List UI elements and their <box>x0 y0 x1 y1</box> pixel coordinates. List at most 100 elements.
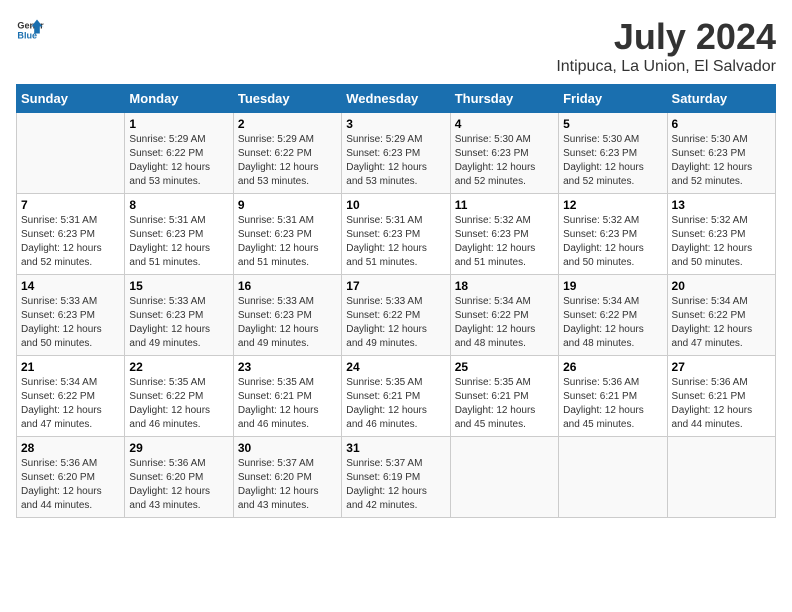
calendar-cell: 10 Sunrise: 5:31 AM Sunset: 6:23 PM Dayli… <box>342 194 450 275</box>
day-number: 4 <box>455 117 554 131</box>
day-info: Sunrise: 5:32 AM Sunset: 6:23 PM Dayligh… <box>455 214 554 270</box>
header-cell-monday: Monday <box>125 85 233 113</box>
week-row-2: 7 Sunrise: 5:31 AM Sunset: 6:23 PM Daylig… <box>17 194 776 275</box>
calendar-cell: 28 Sunrise: 5:36 AM Sunset: 6:20 PM Dayli… <box>17 437 125 518</box>
header: General Blue July 2024 Intipuca, La Unio… <box>16 16 776 76</box>
svg-text:Blue: Blue <box>17 30 37 40</box>
calendar-cell: 14 Sunrise: 5:33 AM Sunset: 6:23 PM Dayli… <box>17 275 125 356</box>
main-title: July 2024 <box>556 16 776 58</box>
calendar-cell: 22Sunrise: 5:35 AM Sunset: 6:22 PM Dayli… <box>125 356 233 437</box>
calendar-cell: 25 Sunrise: 5:35 AM Sunset: 6:21 PM Dayli… <box>450 356 558 437</box>
day-info: Sunrise: 5:31 AM Sunset: 6:23 PM Dayligh… <box>346 214 445 270</box>
calendar-body: 1 Sunrise: 5:29 AM Sunset: 6:22 PM Daylig… <box>17 113 776 518</box>
day-number: 13 <box>672 198 771 212</box>
logo-icon: General Blue <box>16 16 44 44</box>
day-info: Sunrise: 5:29 AM Sunset: 6:23 PM Dayligh… <box>346 133 445 189</box>
day-info: Sunrise: 5:30 AM Sunset: 6:23 PM Dayligh… <box>672 133 771 189</box>
day-number: 21 <box>21 360 120 374</box>
day-number: 18 <box>455 279 554 293</box>
day-number: 31 <box>346 441 445 455</box>
header-cell-tuesday: Tuesday <box>233 85 341 113</box>
day-info: Sunrise: 5:30 AM Sunset: 6:23 PM Dayligh… <box>455 133 554 189</box>
calendar-cell <box>450 437 558 518</box>
header-cell-saturday: Saturday <box>667 85 775 113</box>
day-info: Sunrise: 5:35 AM Sunset: 6:21 PM Dayligh… <box>455 376 554 432</box>
day-number: 20 <box>672 279 771 293</box>
calendar-cell: 2Sunrise: 5:29 AM Sunset: 6:22 PM Daylig… <box>233 113 341 194</box>
day-info: Sunrise: 5:30 AM Sunset: 6:23 PM Dayligh… <box>563 133 662 189</box>
day-info: Sunrise: 5:31 AM Sunset: 6:23 PM Dayligh… <box>129 214 228 270</box>
day-number: 23 <box>238 360 337 374</box>
calendar-cell <box>667 437 775 518</box>
calendar-cell: 21 Sunrise: 5:34 AM Sunset: 6:22 PM Dayli… <box>17 356 125 437</box>
calendar-cell: 5 Sunrise: 5:30 AM Sunset: 6:23 PM Daylig… <box>559 113 667 194</box>
day-number: 29 <box>129 441 228 455</box>
day-number: 8 <box>129 198 228 212</box>
day-number: 22 <box>129 360 228 374</box>
day-number: 5 <box>563 117 662 131</box>
calendar-cell: 29 Sunrise: 5:36 AM Sunset: 6:20 PM Dayli… <box>125 437 233 518</box>
title-area: July 2024 Intipuca, La Union, El Salvado… <box>556 16 776 76</box>
header-cell-thursday: Thursday <box>450 85 558 113</box>
week-row-1: 1 Sunrise: 5:29 AM Sunset: 6:22 PM Daylig… <box>17 113 776 194</box>
day-info: Sunrise: 5:36 AM Sunset: 6:20 PM Dayligh… <box>129 457 228 513</box>
day-number: 26 <box>563 360 662 374</box>
day-info: Sunrise: 5:31 AM Sunset: 6:23 PM Dayligh… <box>21 214 120 270</box>
day-number: 6 <box>672 117 771 131</box>
calendar-header-row: SundayMondayTuesdayWednesdayThursdayFrid… <box>17 85 776 113</box>
day-info: Sunrise: 5:33 AM Sunset: 6:23 PM Dayligh… <box>21 295 120 351</box>
day-number: 14 <box>21 279 120 293</box>
calendar-cell: 11 Sunrise: 5:32 AM Sunset: 6:23 PM Dayli… <box>450 194 558 275</box>
day-info: Sunrise: 5:35 AM Sunset: 6:21 PM Dayligh… <box>238 376 337 432</box>
calendar-cell: 6 Sunrise: 5:30 AM Sunset: 6:23 PM Daylig… <box>667 113 775 194</box>
day-number: 9 <box>238 198 337 212</box>
day-info: Sunrise: 5:34 AM Sunset: 6:22 PM Dayligh… <box>21 376 120 432</box>
day-info: Sunrise: 5:32 AM Sunset: 6:23 PM Dayligh… <box>563 214 662 270</box>
day-number: 17 <box>346 279 445 293</box>
logo: General Blue <box>16 16 44 44</box>
header-cell-wednesday: Wednesday <box>342 85 450 113</box>
day-info: Sunrise: 5:32 AM Sunset: 6:23 PM Dayligh… <box>672 214 771 270</box>
day-number: 16 <box>238 279 337 293</box>
day-number: 2 <box>238 117 337 131</box>
calendar-cell: 1 Sunrise: 5:29 AM Sunset: 6:22 PM Daylig… <box>125 113 233 194</box>
calendar-cell: 4 Sunrise: 5:30 AM Sunset: 6:23 PM Daylig… <box>450 113 558 194</box>
day-info: Sunrise: 5:37 AM Sunset: 6:19 PM Dayligh… <box>346 457 445 513</box>
calendar-cell: 12 Sunrise: 5:32 AM Sunset: 6:23 PM Dayli… <box>559 194 667 275</box>
day-info: Sunrise: 5:36 AM Sunset: 6:21 PM Dayligh… <box>563 376 662 432</box>
day-info: Sunrise: 5:33 AM Sunset: 6:22 PM Dayligh… <box>346 295 445 351</box>
calendar-cell <box>559 437 667 518</box>
day-number: 15 <box>129 279 228 293</box>
day-number: 11 <box>455 198 554 212</box>
day-number: 19 <box>563 279 662 293</box>
day-number: 7 <box>21 198 120 212</box>
day-number: 12 <box>563 198 662 212</box>
day-number: 3 <box>346 117 445 131</box>
calendar-cell: 19Sunrise: 5:34 AM Sunset: 6:22 PM Dayli… <box>559 275 667 356</box>
calendar-cell <box>17 113 125 194</box>
calendar-cell: 24Sunrise: 5:35 AM Sunset: 6:21 PM Dayli… <box>342 356 450 437</box>
calendar-cell: 13 Sunrise: 5:32 AM Sunset: 6:23 PM Dayli… <box>667 194 775 275</box>
day-info: Sunrise: 5:34 AM Sunset: 6:22 PM Dayligh… <box>455 295 554 351</box>
calendar-cell: 16 Sunrise: 5:33 AM Sunset: 6:23 PM Dayli… <box>233 275 341 356</box>
day-number: 1 <box>129 117 228 131</box>
calendar-table: SundayMondayTuesdayWednesdayThursdayFrid… <box>16 84 776 518</box>
calendar-cell: 27Sunrise: 5:36 AM Sunset: 6:21 PM Dayli… <box>667 356 775 437</box>
subtitle: Intipuca, La Union, El Salvador <box>556 58 776 76</box>
day-number: 10 <box>346 198 445 212</box>
week-row-3: 14 Sunrise: 5:33 AM Sunset: 6:23 PM Dayli… <box>17 275 776 356</box>
calendar-cell: 9 Sunrise: 5:31 AM Sunset: 6:23 PM Daylig… <box>233 194 341 275</box>
calendar-cell: 3 Sunrise: 5:29 AM Sunset: 6:23 PM Daylig… <box>342 113 450 194</box>
day-info: Sunrise: 5:31 AM Sunset: 6:23 PM Dayligh… <box>238 214 337 270</box>
day-info: Sunrise: 5:33 AM Sunset: 6:23 PM Dayligh… <box>238 295 337 351</box>
calendar-cell: 15Sunrise: 5:33 AM Sunset: 6:23 PM Dayli… <box>125 275 233 356</box>
calendar-cell: 17 Sunrise: 5:33 AM Sunset: 6:22 PM Dayli… <box>342 275 450 356</box>
day-number: 28 <box>21 441 120 455</box>
day-info: Sunrise: 5:35 AM Sunset: 6:21 PM Dayligh… <box>346 376 445 432</box>
day-info: Sunrise: 5:37 AM Sunset: 6:20 PM Dayligh… <box>238 457 337 513</box>
day-info: Sunrise: 5:29 AM Sunset: 6:22 PM Dayligh… <box>129 133 228 189</box>
day-info: Sunrise: 5:36 AM Sunset: 6:20 PM Dayligh… <box>21 457 120 513</box>
day-info: Sunrise: 5:36 AM Sunset: 6:21 PM Dayligh… <box>672 376 771 432</box>
day-number: 25 <box>455 360 554 374</box>
calendar-cell: 18 Sunrise: 5:34 AM Sunset: 6:22 PM Dayli… <box>450 275 558 356</box>
